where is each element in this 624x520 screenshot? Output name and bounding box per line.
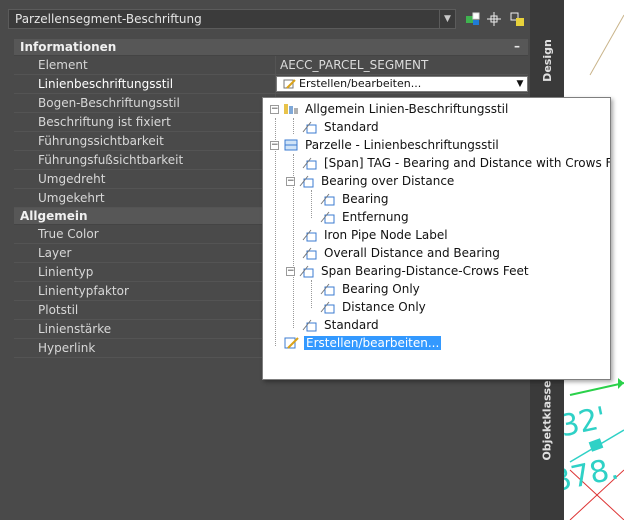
chevron-down-icon[interactable]: ▼	[513, 77, 527, 91]
object-type-select[interactable]: Parzellensegment-Beschriftung ▼	[8, 9, 456, 29]
property-name: Umgedreht	[26, 170, 276, 188]
collapse-toggle[interactable]: −	[286, 266, 295, 276]
tree-node-label: Entfernung	[342, 210, 409, 224]
tree-node-parzelle-linien[interactable]: − Parzelle - Linienbeschriftungsstil	[270, 136, 501, 154]
tree-node-label: Span Bearing-Distance-Crows Feet	[321, 264, 529, 278]
property-name: Linientyp	[26, 263, 276, 281]
label-style-icon	[301, 155, 319, 171]
tree-node-span-bearing-distance[interactable]: − Span Bearing-Distance-Crows Feet	[286, 262, 531, 280]
tree-node-label: Iron Pipe Node Label	[324, 228, 448, 242]
tree-node-distance-only[interactable]: Distance Only	[319, 298, 428, 316]
pencil-icon	[283, 335, 301, 351]
property-name: Linienbeschriftungsstil	[26, 75, 276, 93]
tree-node-standard-2[interactable]: Standard	[301, 316, 381, 334]
category-informationen[interactable]: Informationen –	[14, 39, 528, 56]
property-name: Plotstil	[26, 301, 276, 319]
collapse-toggle[interactable]: −	[270, 104, 279, 114]
collapse-icon[interactable]: –	[514, 39, 520, 53]
tree-node-label: Overall Distance and Bearing	[324, 246, 500, 260]
tree-node-standard[interactable]: Standard	[301, 118, 381, 136]
label-style-icon	[298, 263, 316, 279]
property-row[interactable]: Linienbeschriftungsstil Erstellen/bearbe…	[14, 75, 528, 94]
collapse-toggle[interactable]: −	[286, 176, 295, 186]
label-style-icon	[319, 281, 337, 297]
tree-node-label: Bearing Only	[342, 282, 420, 296]
tree-node-span-tag[interactable]: [Span] TAG - Bearing and Distance with C…	[301, 154, 611, 172]
tree-node-label: Distance Only	[342, 300, 426, 314]
tree-node-label: Standard	[324, 318, 379, 332]
property-name: Linienstärke	[26, 320, 276, 338]
label-style-icon	[301, 119, 319, 135]
tab-objektklasse[interactable]: Objektklasse	[530, 380, 564, 460]
tree-node-label: Allgemein Linien-Beschriftungsstil	[305, 102, 509, 116]
parcel-style-icon	[282, 137, 300, 153]
property-name: Hyperlink	[26, 339, 276, 357]
pencil-icon	[283, 79, 296, 89]
label-style-icon	[301, 245, 319, 261]
property-name: Führungsfußsichtbarkeit	[26, 151, 276, 169]
tree-node-entfernung[interactable]: Entfernung	[319, 208, 411, 226]
label-style-tree-popup: − Allgemein Linien-Beschriftungsstil Sta…	[262, 97, 611, 380]
tree-node-create-edit[interactable]: Erstellen/bearbeiten...	[283, 334, 442, 352]
label-style-value: Erstellen/bearbeiten...	[299, 77, 422, 90]
tree-node-label: Parzelle - Linienbeschriftungsstil	[305, 138, 499, 152]
tree-node-bearing-over-distance[interactable]: − Bearing over Distance	[286, 172, 456, 190]
object-type-value: Parzellensegment-Beschriftung	[15, 12, 202, 26]
tab-design[interactable]: Design	[530, 30, 564, 90]
select-objects-icon[interactable]	[508, 10, 526, 28]
tree-node-overall-distance[interactable]: Overall Distance and Bearing	[301, 244, 502, 262]
tree-node-bearing[interactable]: Bearing	[319, 190, 390, 208]
tree-node-label: Erstellen/bearbeiten...	[304, 336, 442, 350]
label-style-dropdown[interactable]: Erstellen/bearbeiten... ▼	[276, 76, 528, 92]
style-collection-icon	[282, 101, 300, 117]
tree-node-label: Bearing over Distance	[321, 174, 455, 188]
property-name: Umgekehrt	[26, 189, 276, 207]
tree-node-label: [Span] TAG - Bearing and Distance with C…	[324, 156, 611, 170]
collapse-toggle[interactable]: −	[270, 140, 279, 150]
property-name: Linientypfaktor	[26, 282, 276, 300]
quick-select-icon[interactable]	[464, 10, 482, 28]
label-style-icon	[301, 317, 319, 333]
property-row[interactable]: Element AECC_PARCEL_SEGMENT	[14, 56, 528, 75]
property-name: Beschriftung ist fixiert	[26, 113, 276, 131]
property-name: Element	[26, 56, 276, 74]
label-style-icon	[319, 191, 337, 207]
property-value: AECC_PARCEL_SEGMENT	[280, 58, 429, 72]
tree-node-label: Bearing	[342, 192, 389, 206]
pick-point-icon[interactable]	[485, 10, 503, 28]
tree-node-iron-pipe[interactable]: Iron Pipe Node Label	[301, 226, 450, 244]
label-style-icon	[319, 299, 337, 315]
tree-node-allgemein-linien[interactable]: − Allgemein Linien-Beschriftungsstil	[270, 100, 510, 118]
tree-node-bearing-only[interactable]: Bearing Only	[319, 280, 422, 298]
property-name: True Color	[26, 225, 276, 243]
label-style-icon	[301, 227, 319, 243]
property-name: Führungssichtbarkeit	[26, 132, 276, 150]
palette-toolbar: Parzellensegment-Beschriftung ▼	[8, 6, 528, 32]
label-style-icon	[319, 209, 337, 225]
property-name: Bogen-Beschriftungsstil	[26, 94, 276, 112]
chevron-down-icon[interactable]: ▼	[439, 10, 455, 28]
tree-node-label: Standard	[324, 120, 379, 134]
property-name: Layer	[26, 244, 276, 262]
label-style-icon	[298, 173, 316, 189]
